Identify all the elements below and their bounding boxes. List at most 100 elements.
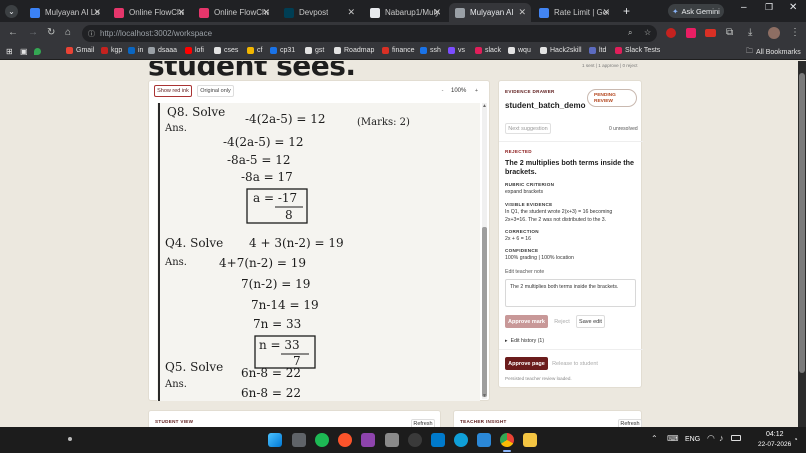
close-window-button[interactable]: ✕ bbox=[789, 2, 797, 13]
browser-tab[interactable]: Mulyayan AI ✕ bbox=[449, 3, 531, 22]
viewer-scroll-thumb[interactable] bbox=[482, 227, 487, 397]
extension-youtube-icon[interactable] bbox=[705, 29, 716, 37]
clock-date[interactable]: 22-07-2026 bbox=[758, 441, 791, 448]
ask-gemini-button[interactable]: ✦ Ask Gemini bbox=[668, 4, 724, 18]
bookmark-item[interactable]: gst bbox=[305, 47, 324, 54]
battery-icon[interactable] bbox=[731, 435, 741, 441]
bookmark-item[interactable]: ltd bbox=[589, 47, 606, 54]
reject-button[interactable]: Reject bbox=[551, 315, 573, 328]
maps-icon[interactable] bbox=[34, 48, 41, 55]
zoom-in-button[interactable]: + bbox=[472, 85, 481, 97]
bookmark-item[interactable]: Slack Tests bbox=[615, 47, 660, 54]
apps-grid-icon[interactable]: ⊞ bbox=[6, 47, 13, 56]
downloads-icon[interactable]: ⤓ bbox=[748, 28, 752, 38]
browser-tab[interactable]: Rate Limit | Google✕ bbox=[533, 3, 615, 22]
bookmark-item[interactable]: lofi bbox=[185, 47, 204, 54]
notification-bell-icon[interactable]: ◔ bbox=[793, 435, 798, 444]
forward-arrow-icon[interactable]: → bbox=[28, 28, 38, 38]
bookmark-item[interactable]: in bbox=[128, 47, 143, 54]
browser-tab[interactable]: Nabarup1/Mulyayan✕ bbox=[364, 3, 446, 22]
spotify-icon[interactable] bbox=[315, 433, 329, 447]
tab-close-icon[interactable]: ✕ bbox=[602, 7, 610, 18]
extension-shield-icon[interactable] bbox=[686, 28, 696, 38]
viewer-scrollbar[interactable]: ▲ ▼ bbox=[482, 103, 487, 399]
original-only-button[interactable]: Original only bbox=[197, 85, 234, 97]
zoom-search-icon[interactable]: ⌕ bbox=[628, 28, 632, 38]
tab-search-button[interactable]: ⌄ bbox=[5, 5, 18, 18]
zoom-out-button[interactable]: - bbox=[438, 85, 447, 97]
all-bookmarks-folder[interactable]: 🗀 All Bookmarks bbox=[746, 47, 801, 58]
bookmark-item[interactable]: ssh bbox=[420, 47, 441, 54]
extension-record-icon[interactable] bbox=[666, 28, 676, 38]
bookmark-item[interactable]: cp31 bbox=[270, 47, 295, 54]
clock-time[interactable]: 04:12 bbox=[766, 431, 784, 438]
start-icon[interactable] bbox=[268, 433, 282, 447]
chatgpt-icon[interactable] bbox=[408, 433, 422, 447]
app-purple-icon[interactable] bbox=[361, 433, 375, 447]
keyboard-icon[interactable]: ⌨ bbox=[667, 434, 679, 443]
profile-avatar[interactable] bbox=[768, 27, 780, 39]
site-info-icon[interactable]: ⓘ bbox=[88, 29, 95, 39]
volume-icon[interactable]: ♪ bbox=[719, 433, 724, 443]
brave-icon[interactable] bbox=[338, 433, 352, 447]
menu-kebab-icon[interactable]: ⋮ bbox=[790, 28, 800, 38]
tab-close-icon[interactable]: ✕ bbox=[433, 7, 441, 18]
app-triangle-icon[interactable] bbox=[477, 433, 491, 447]
home-icon[interactable]: ⌂ bbox=[65, 28, 71, 38]
viewer-scroll-down-icon[interactable]: ▼ bbox=[482, 393, 487, 399]
save-edit-button[interactable]: Save edit bbox=[576, 315, 605, 328]
approve-mark-button[interactable]: Approve mark bbox=[505, 315, 548, 328]
task-view-icon[interactable] bbox=[292, 433, 306, 447]
release-to-student-button[interactable]: Release to student bbox=[551, 357, 599, 370]
bookmark-item[interactable]: kgp bbox=[101, 47, 122, 54]
bookmark-item[interactable]: vs bbox=[448, 47, 465, 54]
minimize-window-button[interactable]: – bbox=[741, 2, 747, 13]
address-bar[interactable]: ⓘ http://localhost:3002/workspace ⌕ ☆ bbox=[82, 25, 657, 42]
bookmark-item[interactable]: finance bbox=[382, 47, 415, 54]
page-scrollbar[interactable] bbox=[798, 61, 806, 427]
language-indicator[interactable]: ENG bbox=[685, 436, 700, 443]
extensions-puzzle-icon[interactable]: ⧉ bbox=[726, 28, 733, 38]
viewer-scroll-up-icon[interactable]: ▲ bbox=[482, 103, 487, 109]
edge-icon[interactable] bbox=[454, 433, 468, 447]
bookmark-item[interactable]: wqu bbox=[508, 47, 531, 54]
next-suggestion-button[interactable]: Next suggestion bbox=[505, 123, 551, 134]
approve-page-button[interactable]: Approve page bbox=[505, 357, 548, 370]
browser-tab[interactable]: Mulyayan AI Login✕ bbox=[24, 3, 106, 22]
restore-window-button[interactable]: ❐ bbox=[765, 2, 773, 13]
student-view-refresh-button[interactable]: Refresh bbox=[411, 419, 435, 427]
show-red-ink-button[interactable]: Show red ink bbox=[154, 85, 192, 97]
tab-close-icon[interactable]: ✕ bbox=[347, 7, 355, 18]
reload-icon[interactable]: ↻ bbox=[47, 28, 55, 38]
bookmark-item[interactable]: Hack2skill bbox=[540, 47, 582, 54]
bookmark-item[interactable]: slack bbox=[475, 47, 501, 54]
chrome-icon[interactable] bbox=[500, 433, 514, 447]
bookmark-item[interactable]: cf bbox=[247, 47, 262, 54]
back-arrow-icon[interactable]: ← bbox=[8, 28, 18, 38]
tab-close-icon[interactable]: ✕ bbox=[262, 7, 270, 18]
bookmark-item[interactable]: dsaaa bbox=[148, 47, 177, 54]
vscode-icon[interactable] bbox=[431, 433, 445, 447]
tray-chevron-icon[interactable]: ⌃ bbox=[651, 434, 658, 443]
tab-close-icon[interactable]: ✕ bbox=[518, 7, 526, 18]
teacher-insight-refresh-button[interactable]: Refresh bbox=[618, 419, 642, 427]
bookmark-star-icon[interactable]: ☆ bbox=[644, 28, 651, 37]
bookmark-item[interactable]: cses bbox=[214, 47, 238, 54]
browser-tab[interactable]: Online FlowChart✕ bbox=[108, 3, 190, 22]
browser-tab[interactable]: Devpost ✕ bbox=[278, 3, 360, 22]
browser-tab[interactable]: Online FlowChart✕ bbox=[193, 3, 275, 22]
tab-close-icon[interactable]: ✕ bbox=[177, 7, 185, 18]
bookmark-label: ltd bbox=[599, 47, 607, 54]
tab-groups-icon[interactable]: ▣ bbox=[20, 47, 28, 56]
page-scroll-thumb[interactable] bbox=[799, 73, 805, 373]
wifi-icon[interactable]: ◠ bbox=[707, 433, 715, 444]
edit-history-toggle[interactable]: ▸ Edit history (1) bbox=[505, 338, 544, 344]
file-explorer-icon[interactable] bbox=[523, 433, 537, 447]
bookmark-item[interactable]: Roadmap bbox=[334, 47, 374, 54]
bookmark-item[interactable]: Gmail bbox=[66, 47, 94, 54]
app-grey-icon[interactable] bbox=[385, 433, 399, 447]
new-tab-button[interactable]: + bbox=[623, 4, 630, 18]
teacher-note-textarea[interactable]: The 2 multiplies both terms inside the b… bbox=[505, 279, 636, 307]
tab-close-icon[interactable]: ✕ bbox=[93, 7, 101, 18]
widgets-dot[interactable] bbox=[68, 437, 72, 441]
